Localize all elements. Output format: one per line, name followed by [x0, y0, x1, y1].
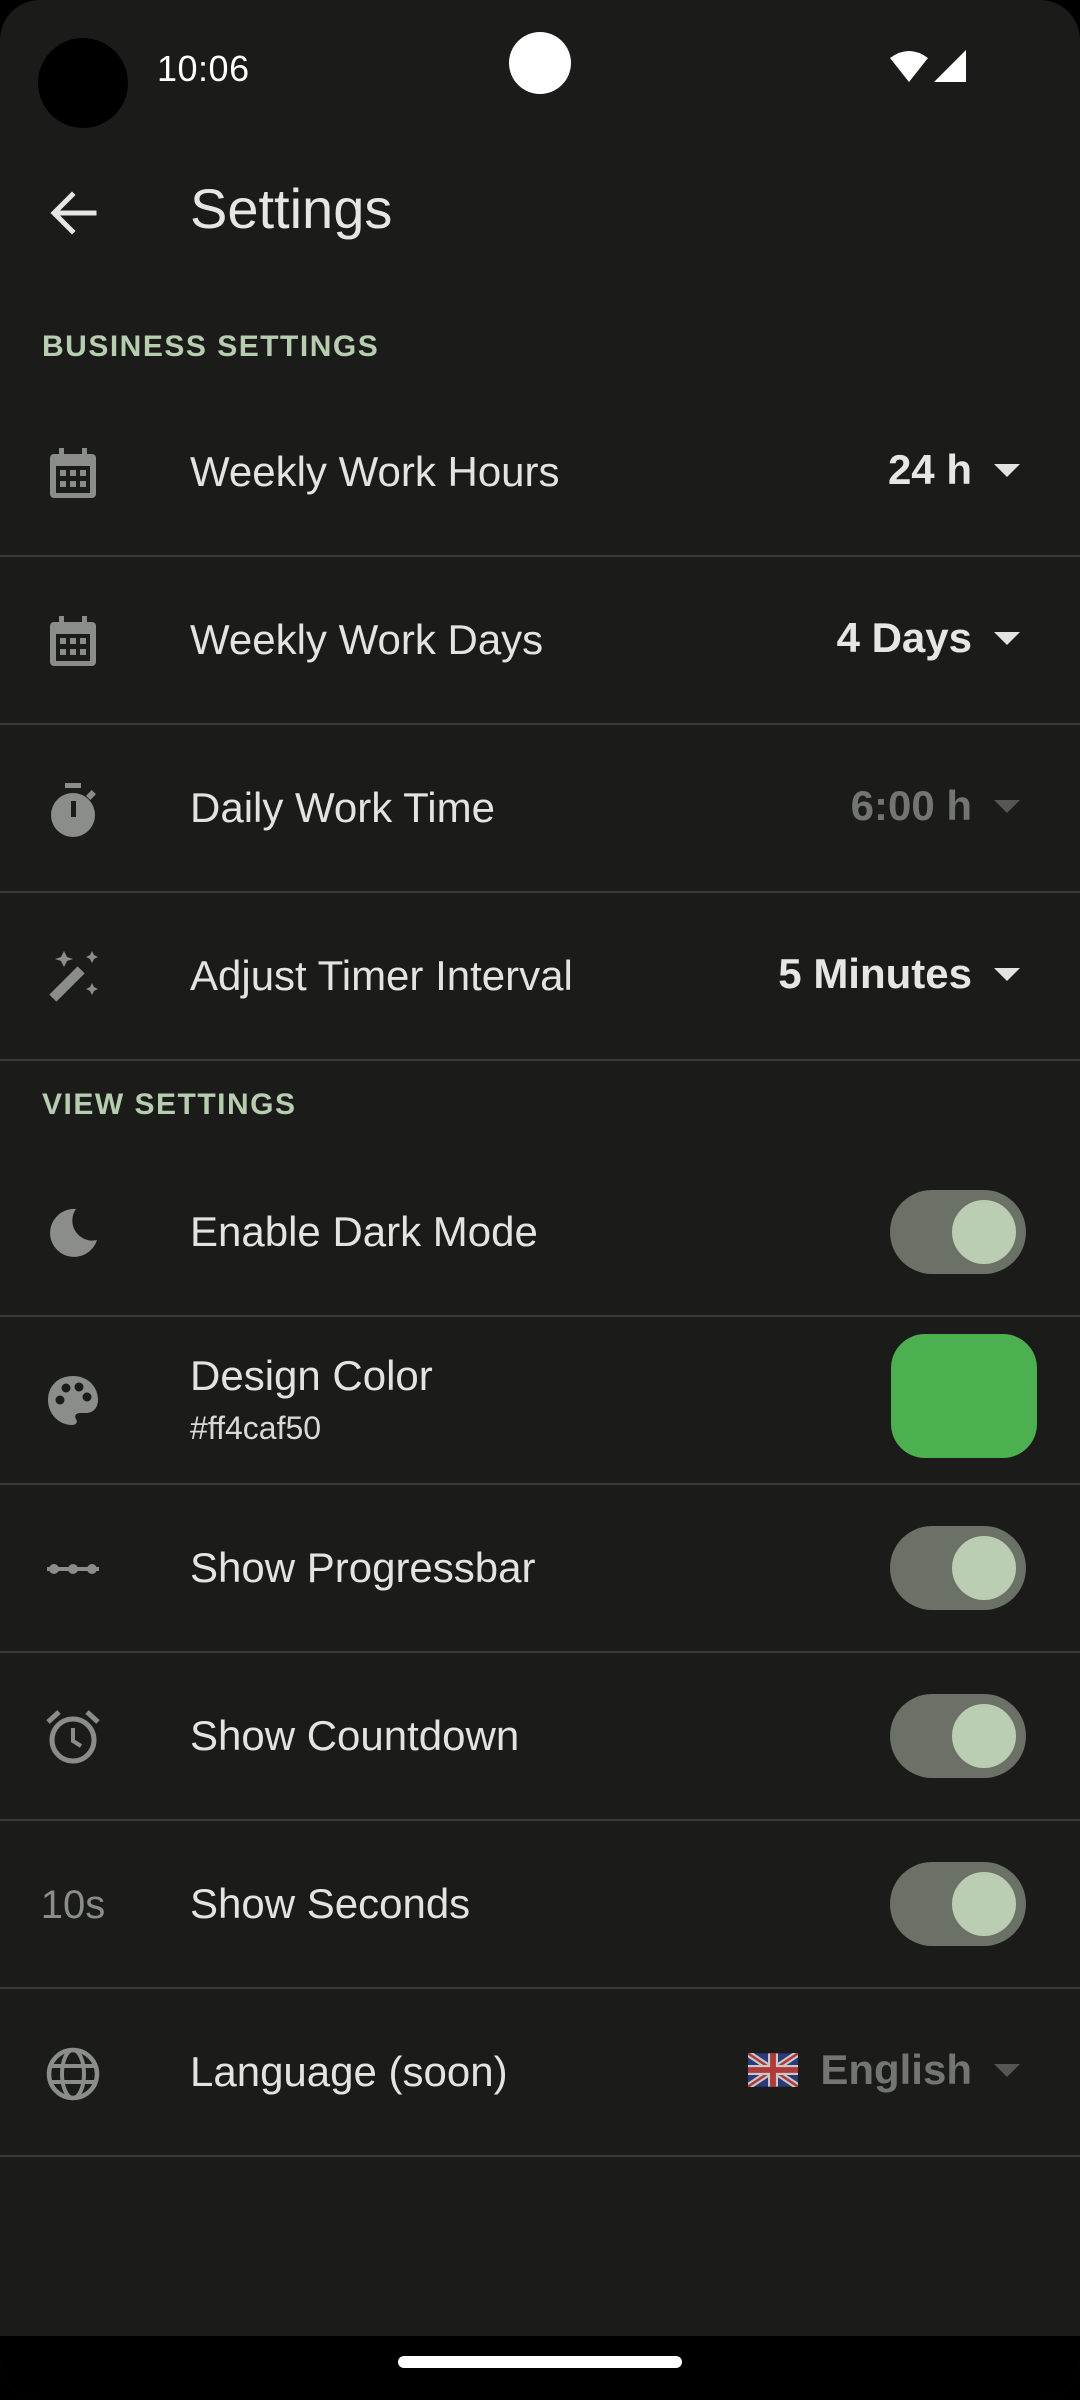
palette-icon	[40, 1368, 106, 1434]
chevron-down-icon	[994, 2063, 1020, 2077]
setting-label: Weekly Work Days	[190, 616, 544, 663]
progressbar-toggle[interactable]	[890, 1526, 1026, 1610]
magic-wand-icon	[40, 945, 106, 1011]
design-color-hex: #ff4caf50	[190, 1410, 322, 1446]
setting-label: Language (soon)	[190, 2048, 508, 2095]
chevron-down-icon	[994, 463, 1020, 477]
toggle-knob	[952, 1536, 1016, 1600]
front-camera-cutout	[38, 38, 128, 128]
setting-seconds[interactable]: 10s Show Seconds	[0, 1822, 1080, 1989]
chevron-down-icon	[994, 631, 1020, 645]
status-time: 10:06	[157, 48, 250, 89]
back-button[interactable]	[40, 180, 106, 246]
setting-label: Adjust Timer Interval	[190, 952, 573, 999]
dropdown-value: 5 Minutes	[778, 950, 972, 997]
moon-icon	[40, 1200, 106, 1266]
color-swatch-button[interactable]	[891, 1333, 1037, 1458]
toggle-knob	[952, 1704, 1016, 1768]
setting-label: Show Countdown	[190, 1712, 520, 1759]
dropdown-value: 24 h	[887, 446, 972, 493]
setting-label: Show Progressbar	[190, 1544, 536, 1591]
weekly-work-hours-dropdown[interactable]: 24 h	[888, 446, 1020, 494]
language-dropdown[interactable]: English	[748, 2046, 1020, 2094]
toggle-knob	[952, 1872, 1016, 1936]
system-status-icons	[890, 50, 966, 82]
home-gesture-handle[interactable]	[398, 2356, 682, 2368]
dark-mode-toggle[interactable]	[890, 1190, 1026, 1274]
globe-icon	[40, 2041, 106, 2107]
chevron-down-icon	[994, 967, 1020, 981]
setting-label: Show Seconds	[190, 1880, 471, 1927]
status-notification-dot	[509, 32, 571, 94]
setting-progressbar[interactable]: Show Progressbar	[0, 1486, 1080, 1653]
dropdown-value: 6:00 h	[850, 782, 972, 829]
countdown-toggle[interactable]	[890, 1694, 1026, 1778]
calendar-icon	[40, 441, 106, 507]
calendar-icon	[40, 609, 106, 675]
setting-daily-work-time[interactable]: Daily Work Time 6:00 h	[0, 726, 1080, 893]
setting-label: Daily Work Time	[190, 784, 495, 831]
wifi-icon	[890, 51, 928, 82]
uk-flag-icon	[748, 2053, 799, 2087]
progress-dots-icon	[40, 1536, 106, 1602]
seconds-toggle[interactable]	[890, 1862, 1026, 1946]
seconds-icon: 10s	[40, 1882, 106, 1927]
dropdown-value: 4 Days	[836, 614, 972, 661]
setting-weekly-work-days[interactable]: Weekly Work Days 4 Days	[0, 558, 1080, 725]
page-title: Settings	[190, 177, 393, 240]
setting-timer-interval[interactable]: Adjust Timer Interval 5 Minutes	[0, 894, 1080, 1061]
setting-design-color[interactable]: Design Color #ff4caf50	[0, 1318, 1080, 1485]
weekly-work-days-dropdown[interactable]: 4 Days	[837, 614, 1020, 662]
setting-label: Design Color	[190, 1352, 433, 1399]
arrow-back-icon	[50, 191, 97, 235]
section-header-view: VIEW SETTINGS	[42, 1088, 297, 1121]
setting-countdown[interactable]: Show Countdown	[0, 1654, 1080, 1821]
setting-label: Weekly Work Hours	[190, 448, 560, 495]
toggle-knob	[952, 1200, 1016, 1264]
setting-weekly-work-hours[interactable]: Weekly Work Hours 24 h	[0, 390, 1080, 557]
daily-work-time-dropdown[interactable]: 6:00 h	[851, 782, 1020, 830]
timer-icon	[40, 777, 106, 843]
setting-dark-mode[interactable]: Enable Dark Mode	[0, 1150, 1080, 1317]
timer-interval-dropdown[interactable]: 5 Minutes	[778, 950, 1020, 998]
cellular-signal-icon	[934, 50, 966, 82]
status-bar: 10:06	[0, 0, 1080, 130]
setting-label: Enable Dark Mode	[190, 1208, 538, 1255]
setting-language[interactable]: Language (soon) English	[0, 1990, 1080, 2157]
dropdown-value: English	[820, 2046, 972, 2093]
chevron-down-icon	[994, 799, 1020, 813]
app-bar: Settings	[0, 150, 1080, 270]
navigation-bar	[0, 2336, 1080, 2400]
section-header-business: BUSINESS SETTINGS	[42, 330, 380, 363]
settings-screen: 10:06 Settings BUSINESS SETTINGS Weekly …	[0, 0, 1080, 2400]
alarm-icon	[40, 1704, 106, 1770]
